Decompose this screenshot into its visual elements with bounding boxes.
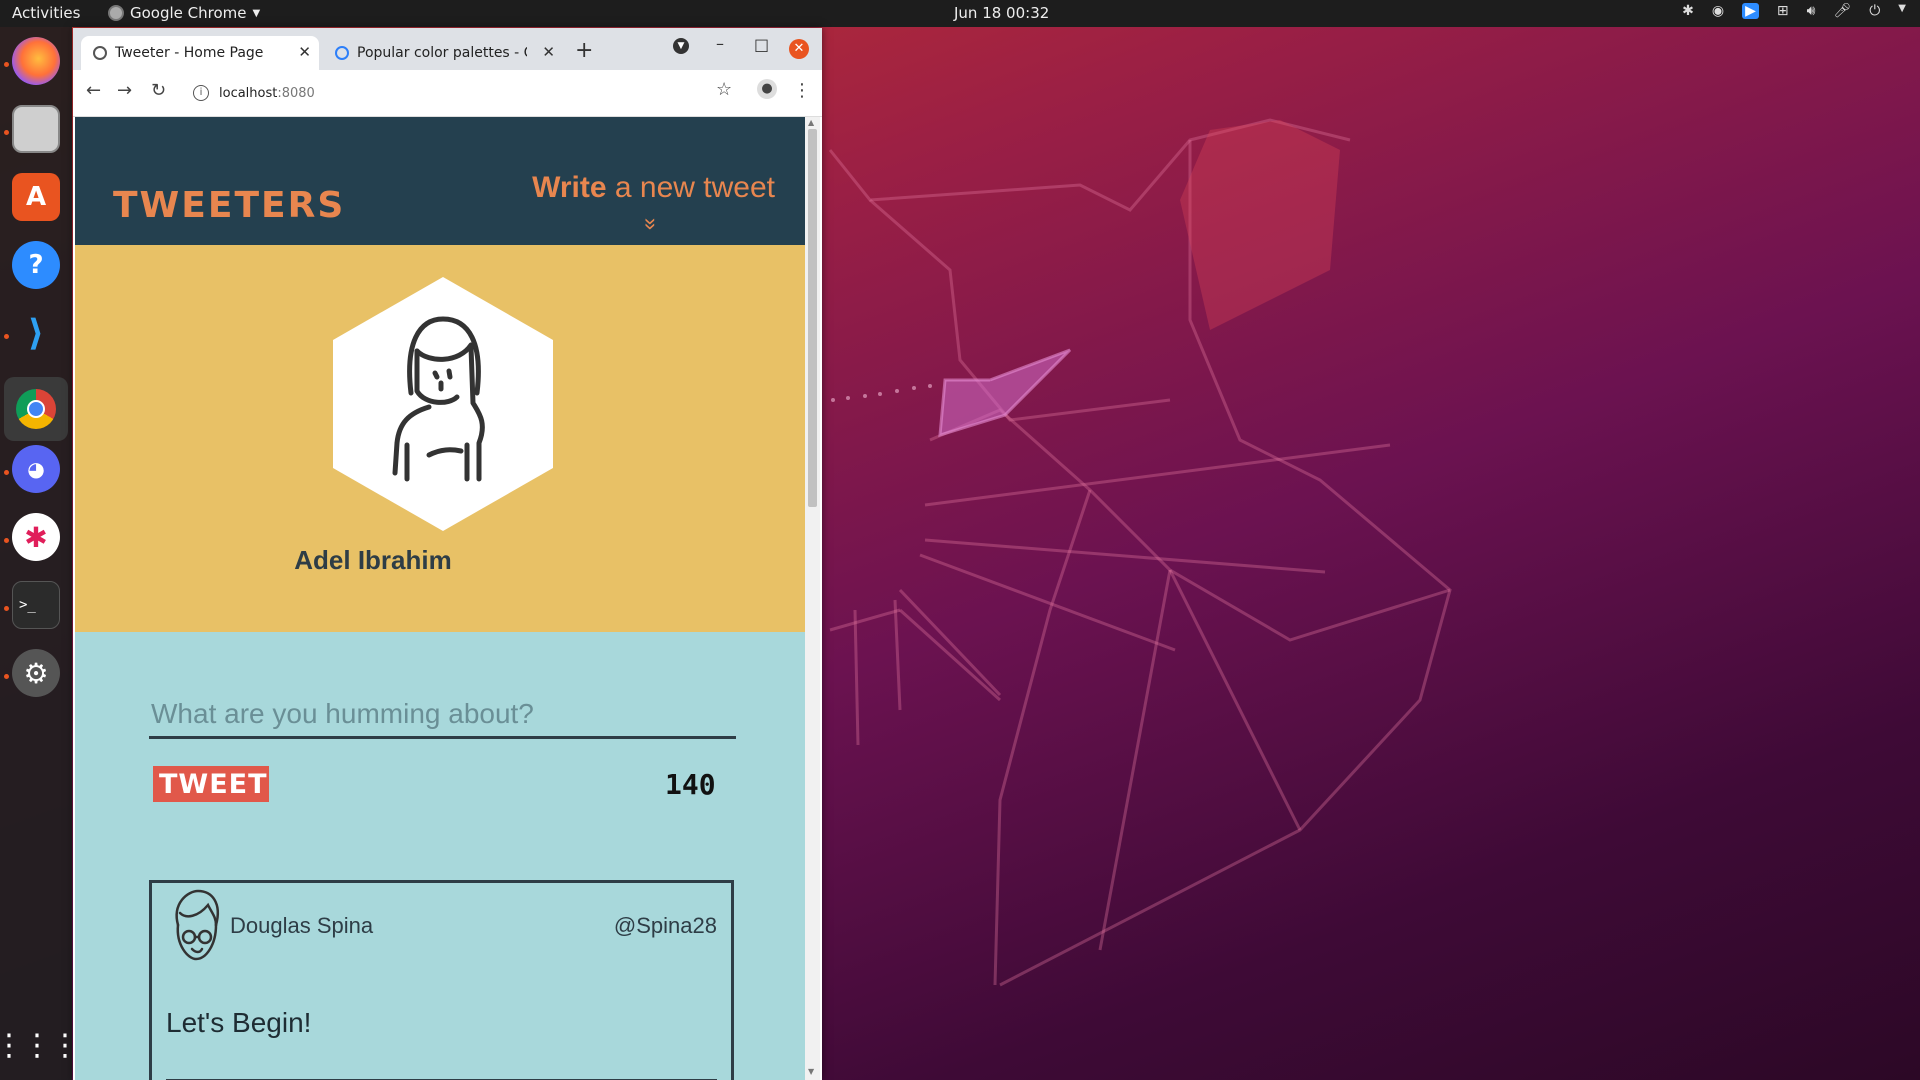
dock: A ? ⟩ ◕ ✱ >_ ⚙ ⋮⋮⋮ bbox=[0, 27, 80, 1080]
tweet-text: Let's Begin! bbox=[166, 1007, 312, 1038]
clock[interactable]: Jun 18 00:32 bbox=[954, 4, 1049, 22]
write-new-tweet-link[interactable]: Write a new tweet bbox=[532, 171, 775, 205]
tweet-author-avatar bbox=[175, 889, 219, 961]
firefox-icon[interactable] bbox=[12, 37, 60, 85]
running-indicator bbox=[4, 538, 9, 543]
double-chevron-down-icon[interactable]: » bbox=[639, 218, 664, 230]
tab-title: Popular color palettes - Co bbox=[357, 45, 527, 61]
chrome-small-icon bbox=[108, 5, 124, 21]
bookmark-star-icon[interactable]: ☆ bbox=[716, 79, 732, 100]
site-header: TWEETERS Write a new tweet » bbox=[75, 117, 805, 245]
microphone-icon[interactable]: 🎤︎ bbox=[1833, 3, 1851, 19]
profile-name: Adel Ibrahim bbox=[294, 545, 452, 575]
tab-title: Tweeter - Home Page bbox=[115, 45, 264, 61]
running-indicator bbox=[4, 606, 9, 611]
tab-search-button[interactable]: ▼ bbox=[673, 38, 689, 54]
tab-strip: Tweeter - Home Page ✕ Popular color pale… bbox=[73, 28, 822, 70]
chrome-window: Tweeter - Home Page ✕ Popular color pale… bbox=[73, 28, 822, 1080]
network-icon[interactable]: ⊞ bbox=[1777, 3, 1789, 19]
caret-down-icon: ▼ bbox=[252, 7, 261, 19]
running-indicator bbox=[4, 470, 9, 475]
globe-favicon-icon bbox=[93, 46, 107, 60]
url-host: localhost bbox=[219, 85, 278, 101]
forward-button[interactable]: → bbox=[117, 80, 132, 101]
scroll-up-arrow-icon[interactable]: ▲ bbox=[808, 118, 814, 127]
files-icon[interactable] bbox=[12, 105, 60, 153]
write-bold: Write bbox=[532, 171, 607, 204]
terminal-icon[interactable]: >_ bbox=[12, 581, 60, 629]
running-indicator bbox=[4, 130, 9, 135]
scrollbar-thumb[interactable] bbox=[808, 129, 817, 507]
close-window-button[interactable]: ✕ bbox=[789, 39, 809, 59]
site-info-icon[interactable]: i bbox=[193, 85, 209, 101]
volume-icon[interactable]: 🔊︎ bbox=[1807, 3, 1816, 19]
url-port: :8080 bbox=[277, 85, 315, 101]
running-indicator bbox=[4, 334, 9, 339]
help-icon[interactable]: ? bbox=[12, 241, 60, 289]
app-menu-label: Google Chrome bbox=[130, 4, 247, 22]
slack-icon[interactable]: ✱ bbox=[12, 513, 60, 561]
chrome-icon[interactable] bbox=[4, 377, 68, 441]
page-scrollbar[interactable]: ▲ ▼ bbox=[805, 117, 820, 1080]
activities-button[interactable]: Activities bbox=[12, 4, 80, 22]
address-bar[interactable]: i localhost:8080 bbox=[185, 78, 717, 108]
maximize-button[interactable]: □ bbox=[754, 35, 769, 54]
browser-toolbar: ← → ↻ i localhost:8080 ☆ ● ⋮ bbox=[73, 70, 822, 117]
profile-avatar bbox=[333, 277, 553, 531]
compose-link-rest: a new tweet bbox=[606, 171, 775, 204]
profile-avatar-icon[interactable]: ● bbox=[757, 79, 777, 99]
web-page: TWEETERS Write a new tweet » Adel Ibrahi… bbox=[75, 117, 805, 1080]
site-brand[interactable]: TWEETERS bbox=[113, 185, 345, 226]
profile-section: Adel Ibrahim bbox=[75, 245, 805, 632]
chrome-menu-icon[interactable]: ⋮ bbox=[793, 80, 811, 101]
minimize-button[interactable]: – bbox=[716, 34, 724, 53]
character-counter: 140 bbox=[665, 768, 716, 801]
close-tab-icon[interactable]: ✕ bbox=[298, 43, 311, 61]
palette-favicon-icon bbox=[335, 46, 349, 60]
tweet-author-name: Douglas Spina bbox=[230, 913, 374, 938]
chevron-down-icon[interactable]: ▼ bbox=[1898, 3, 1906, 19]
discord-icon[interactable]: ◕ bbox=[12, 445, 60, 493]
tab-color-palettes[interactable]: Popular color palettes - Co ✕ bbox=[323, 36, 563, 70]
tab-tweeter-home[interactable]: Tweeter - Home Page ✕ bbox=[81, 36, 319, 70]
top-bar: Activities Google Chrome ▼ Jun 18 00:32 … bbox=[0, 0, 1920, 27]
tweet-card: Douglas Spina @Spina28 Let's Begin! bbox=[149, 880, 734, 1080]
running-indicator bbox=[4, 62, 9, 67]
discord-tray-icon[interactable]: ◉ bbox=[1712, 3, 1724, 19]
running-indicator bbox=[4, 674, 9, 679]
reload-button[interactable]: ↻ bbox=[151, 80, 166, 101]
close-tab-icon[interactable]: ✕ bbox=[542, 43, 555, 61]
settings-icon[interactable]: ⚙ bbox=[12, 649, 60, 697]
back-button[interactable]: ← bbox=[86, 80, 101, 101]
software-center-icon[interactable]: A bbox=[12, 173, 60, 221]
app-menu[interactable]: Google Chrome ▼ bbox=[108, 4, 260, 22]
compose-section: TWEET 140 Douglas Spina @Spina28 Let's B… bbox=[75, 632, 805, 1080]
vscode-icon[interactable]: ⟩ bbox=[12, 309, 60, 357]
tweet-text-input[interactable] bbox=[149, 692, 736, 739]
power-icon[interactable]: ⏻ bbox=[1869, 3, 1880, 19]
tweet-author-handle: @Spina28 bbox=[613, 913, 717, 938]
scroll-down-arrow-icon[interactable]: ▼ bbox=[808, 1067, 814, 1076]
slack-tray-icon[interactable]: ✱ bbox=[1682, 3, 1694, 19]
new-tab-button[interactable]: + bbox=[575, 38, 593, 63]
tweet-button[interactable]: TWEET bbox=[153, 766, 269, 802]
system-tray[interactable]: ✱ ◉ ▶ ⊞ 🔊︎ 🎤︎ ⏻ ▼ bbox=[1682, 3, 1906, 19]
app-grid-icon[interactable]: ⋮⋮⋮ bbox=[0, 1021, 80, 1069]
zoom-tray-icon[interactable]: ▶ bbox=[1742, 3, 1759, 19]
